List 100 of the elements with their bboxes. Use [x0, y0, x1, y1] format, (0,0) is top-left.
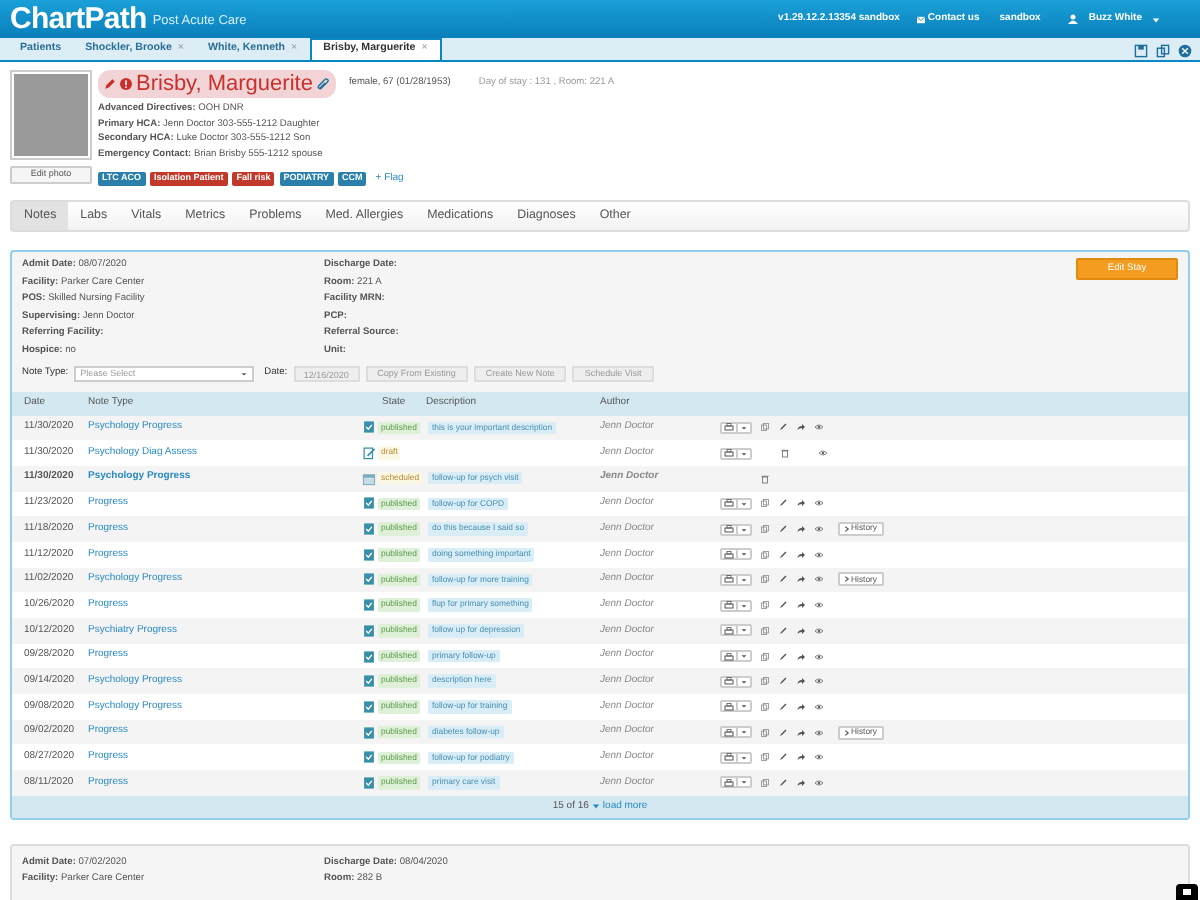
share-icon[interactable] — [795, 625, 805, 636]
print-button[interactable] — [720, 548, 751, 561]
copy-icon[interactable] — [759, 752, 769, 763]
print-button[interactable] — [720, 421, 751, 434]
edit-icon[interactable] — [777, 600, 787, 611]
print-icon — [724, 727, 734, 738]
chevron-icon — [843, 729, 849, 736]
print-button[interactable] — [720, 523, 751, 536]
share-icon[interactable] — [795, 727, 805, 738]
view-icon[interactable] — [813, 498, 823, 509]
print-button[interactable] — [720, 700, 751, 713]
print-button[interactable] — [720, 776, 751, 789]
edit-icon[interactable] — [777, 549, 787, 560]
edit-icon[interactable] — [777, 574, 787, 585]
view-icon[interactable] — [813, 752, 823, 763]
caret-icon — [736, 575, 747, 584]
copy-icon[interactable] — [759, 422, 769, 433]
share-icon[interactable] — [795, 651, 805, 662]
share-icon[interactable] — [795, 752, 805, 763]
print-button[interactable] — [720, 599, 751, 612]
share-icon[interactable] — [795, 777, 805, 788]
close-circle-icon[interactable] — [1178, 44, 1192, 58]
edit-icon[interactable] — [777, 498, 787, 509]
edit-icon[interactable] — [777, 777, 787, 788]
view-icon[interactable] — [813, 701, 823, 712]
paperclip-icon[interactable] — [316, 77, 331, 91]
share-icon[interactable] — [795, 524, 805, 535]
print-button[interactable] — [720, 675, 751, 688]
chevron-icon — [843, 526, 849, 533]
edit-icon[interactable] — [777, 676, 787, 687]
view-icon[interactable] — [813, 524, 823, 535]
view-icon[interactable] — [813, 676, 823, 687]
edit-icon[interactable] — [777, 651, 787, 662]
edit-icon[interactable] — [777, 727, 787, 738]
print-button[interactable] — [720, 726, 751, 739]
copy-icon[interactable] — [759, 600, 769, 611]
copy-icon[interactable] — [759, 498, 769, 509]
print-button[interactable] — [720, 624, 751, 637]
edit-icon[interactable] — [777, 625, 787, 636]
view-icon[interactable] — [813, 625, 823, 636]
envelope-icon — [915, 15, 926, 23]
print-icon — [724, 752, 734, 763]
caret-icon — [240, 370, 249, 378]
share-icon[interactable] — [795, 676, 805, 687]
view-icon[interactable] — [813, 574, 823, 585]
print-icon — [724, 524, 734, 535]
print-icon — [724, 574, 734, 585]
view-icon[interactable] — [813, 727, 823, 738]
print-icon — [724, 600, 734, 611]
caret-icon — [736, 601, 747, 610]
print-button[interactable] — [720, 751, 751, 764]
view-icon[interactable] — [817, 448, 827, 459]
caret-icon — [592, 802, 601, 811]
copy-icon[interactable] — [759, 727, 769, 738]
share-icon[interactable] — [795, 574, 805, 585]
caret-icon — [736, 626, 747, 635]
patient-name: Brisby, Marguerite — [136, 73, 313, 95]
caret-icon — [736, 778, 747, 787]
delete-icon[interactable] — [779, 448, 789, 459]
edit-icon[interactable] — [777, 524, 787, 535]
caret-icon — [736, 550, 747, 559]
share-icon[interactable] — [795, 422, 805, 433]
edit-icon[interactable] — [777, 701, 787, 712]
pencil-icon[interactable] — [104, 78, 116, 90]
view-icon[interactable] — [813, 600, 823, 611]
print-icon — [724, 549, 734, 560]
print-button[interactable] — [720, 650, 751, 663]
print-button[interactable] — [720, 447, 751, 460]
copy-icon[interactable] — [759, 625, 769, 636]
view-icon[interactable] — [813, 777, 823, 788]
duplicate-icon[interactable] — [1156, 44, 1170, 58]
delete-icon[interactable] — [760, 473, 770, 484]
copy-icon[interactable] — [759, 701, 769, 712]
alert-icon — [120, 78, 132, 90]
chevron-icon — [843, 576, 849, 583]
share-icon[interactable] — [795, 701, 805, 712]
view-icon[interactable] — [813, 549, 823, 560]
edit-icon[interactable] — [777, 422, 787, 433]
caret-icon — [1152, 15, 1160, 23]
view-icon[interactable] — [813, 422, 823, 433]
chat-widget[interactable] — [1176, 884, 1198, 900]
share-icon[interactable] — [795, 549, 805, 560]
copy-icon[interactable] — [759, 777, 769, 788]
caret-icon — [736, 499, 747, 508]
print-icon — [724, 422, 734, 433]
copy-icon[interactable] — [759, 651, 769, 662]
share-icon[interactable] — [795, 600, 805, 611]
copy-icon[interactable] — [759, 549, 769, 560]
print-button[interactable] — [720, 497, 751, 510]
view-icon[interactable] — [813, 651, 823, 662]
copy-icon[interactable] — [759, 524, 769, 535]
edit-icon[interactable] — [777, 752, 787, 763]
copy-icon[interactable] — [759, 676, 769, 687]
print-button[interactable] — [720, 573, 751, 586]
save-icon[interactable] — [1134, 44, 1148, 58]
app-logo: ChartPath — [10, 4, 147, 34]
copy-icon[interactable] — [759, 574, 769, 585]
share-icon[interactable] — [795, 498, 805, 509]
caret-icon — [736, 449, 747, 458]
print-icon — [724, 651, 734, 662]
